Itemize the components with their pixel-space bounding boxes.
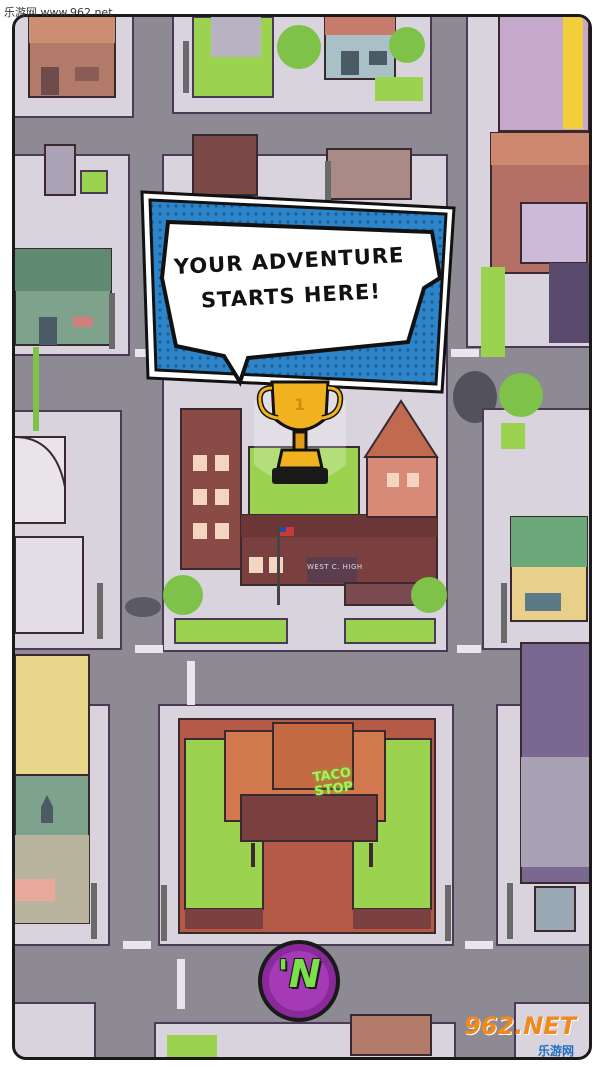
svg-text:1: 1	[294, 395, 305, 414]
watermark-bottom: 962.NET 乐游网	[462, 1012, 594, 1062]
school-sign: WEST C. HIGH	[307, 563, 363, 571]
speech-bubble-text: YOUR ADVENTURE STARTS HERE!	[173, 243, 405, 313]
block-right-middle	[482, 373, 589, 650]
speech-bubble: YOUR ADVENTURE STARTS HERE!	[140, 186, 460, 396]
n-logo-letter: 'N	[277, 952, 321, 996]
watermark-subtitle: 乐游网	[538, 1044, 575, 1058]
block-taco	[158, 704, 454, 946]
game-frame: WEST C. HIGH TACO STOP	[12, 14, 592, 1060]
block-left-upper	[15, 144, 130, 356]
block-top-left	[15, 17, 134, 118]
watermark-top: 乐游网 www.962.net	[4, 6, 113, 19]
watermark-logo: 962.NET	[464, 1012, 577, 1040]
trophy-icon[interactable]: 1	[254, 372, 346, 494]
city-map	[15, 17, 589, 1057]
block-top-middle	[172, 17, 432, 114]
n-logo-button[interactable]: 'N	[256, 938, 342, 1024]
block-top-right	[466, 17, 589, 357]
